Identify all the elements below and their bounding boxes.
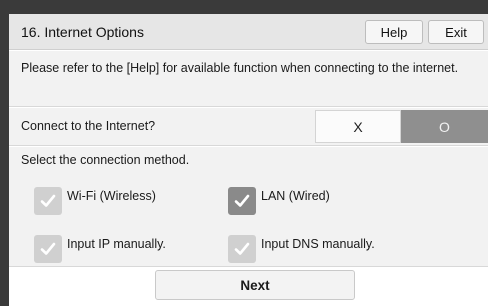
exit-button[interactable]: Exit	[428, 20, 484, 44]
checkmark-icon	[234, 194, 250, 207]
connect-off-toggle[interactable]: X	[315, 110, 401, 143]
connection-method-panel: Select the connection method. Wi-Fi (Wir…	[9, 147, 488, 267]
lan-checkbox[interactable]	[228, 187, 256, 215]
input-ip-label: Input IP manually.	[67, 237, 166, 251]
footer: Next	[9, 268, 488, 306]
connect-label: Connect to the Internet?	[21, 119, 156, 133]
wifi-label: Wi-Fi (Wireless)	[67, 189, 156, 203]
checkmark-icon	[40, 242, 56, 255]
help-button[interactable]: Help	[365, 20, 423, 44]
lan-label: LAN (Wired)	[261, 189, 330, 203]
connect-on-toggle[interactable]: O	[401, 110, 488, 143]
method-label: Select the connection method.	[21, 153, 190, 167]
checkmark-icon	[40, 194, 56, 207]
input-dns-label: Input DNS manually.	[261, 237, 375, 251]
input-ip-checkbox[interactable]	[34, 235, 62, 263]
wifi-checkbox[interactable]	[34, 187, 62, 215]
input-dns-checkbox[interactable]	[228, 235, 256, 263]
info-text: Please refer to the [Help] for available…	[21, 61, 459, 75]
title-bar: 16. Internet Options Help Exit	[9, 14, 488, 50]
info-panel: Please refer to the [Help] for available…	[9, 51, 488, 107]
connect-row: Connect to the Internet? X O	[9, 108, 488, 146]
internet-options-screen: 16. Internet Options Help Exit Please re…	[9, 14, 488, 306]
page-title: 16. Internet Options	[21, 24, 144, 40]
checkmark-icon	[234, 242, 250, 255]
next-button[interactable]: Next	[155, 270, 355, 300]
